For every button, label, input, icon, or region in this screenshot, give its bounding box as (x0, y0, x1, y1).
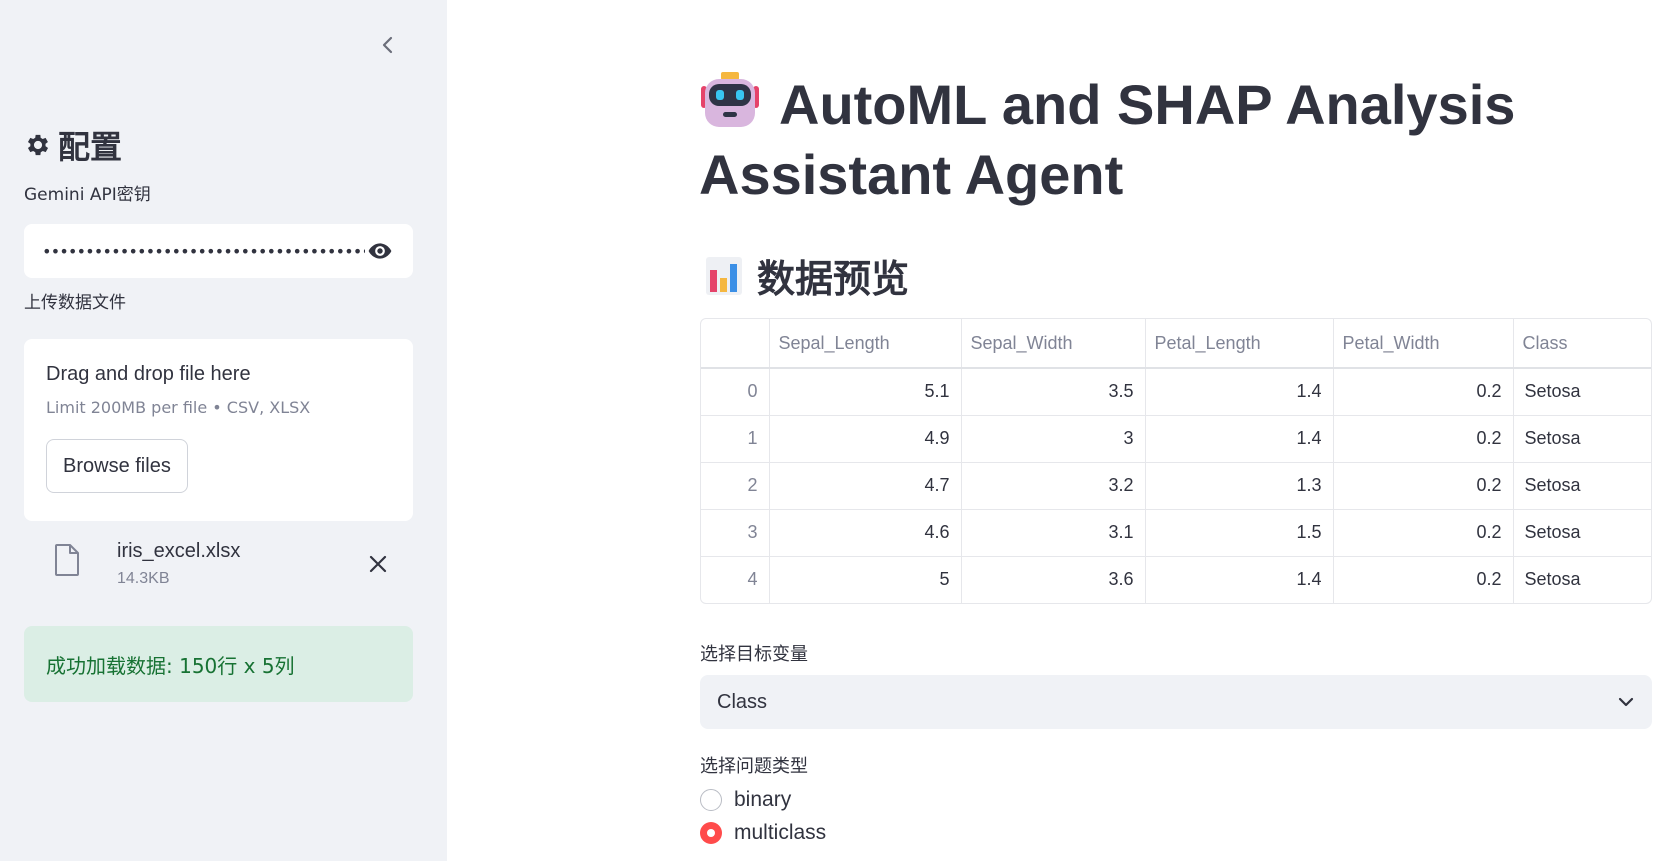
section-title: 数据预览 (705, 248, 909, 303)
table-cell[interactable]: 4.6 (769, 509, 962, 557)
file-name: iris_excel.xlsx (117, 540, 241, 562)
data-preview-table[interactable]: Sepal_Length Sepal_Width Petal_Length Pe… (700, 318, 1652, 604)
table-cell[interactable]: Setosa (1513, 462, 1651, 510)
column-header[interactable]: Sepal_Length (769, 319, 962, 369)
problem-type-label: 选择问题类型 (700, 756, 808, 777)
table-cell[interactable]: 1.4 (1145, 368, 1334, 416)
target-variable-value: Class (717, 690, 768, 713)
radio-label: multiclass (734, 821, 827, 844)
dropzone-limit: Limit 200MB per file • CSV, XLSX (46, 398, 311, 417)
api-key-label: Gemini API密钥 (24, 185, 151, 205)
column-header[interactable]: Petal_Width (1333, 319, 1514, 369)
bar-chart-icon (706, 256, 742, 295)
row-index: 4 (701, 556, 770, 603)
column-header[interactable]: Petal_Length (1145, 319, 1334, 369)
sidebar: 配置 Gemini API密钥 ••••••••••••••••••••••••… (0, 0, 447, 861)
row-index: 3 (701, 509, 770, 557)
eye-icon (368, 243, 392, 259)
main-content: AutoML and SHAP Analysis Assistant Agent… (447, 0, 1666, 861)
radio-option-multiclass[interactable]: multiclass (700, 821, 826, 845)
file-icon (55, 544, 79, 576)
upload-label: 上传数据文件 (24, 293, 126, 313)
file-size: 14.3KB (117, 570, 170, 587)
table-row: 4 5 3.6 1.4 0.2 Setosa (701, 556, 1651, 603)
uploaded-file: iris_excel.xlsx 14.3KB (24, 530, 413, 600)
radio-label: binary (734, 788, 792, 811)
table-cell[interactable]: 3.5 (961, 368, 1146, 416)
table-row: 2 4.7 3.2 1.3 0.2 Setosa (701, 462, 1651, 510)
table-cell[interactable]: 0.2 (1333, 462, 1514, 510)
table-cell[interactable]: 0.2 (1333, 368, 1514, 416)
api-key-input[interactable]: •••••••••••••••••••••••••••••••••••••• (24, 224, 413, 278)
file-dropzone[interactable]: Drag and drop file here Limit 200MB per … (24, 339, 413, 521)
robot-icon (701, 72, 759, 127)
collapse-sidebar-button[interactable] (375, 30, 401, 60)
table-cell[interactable]: 1.4 (1145, 415, 1334, 463)
chevron-down-icon (1618, 697, 1634, 707)
browse-files-button[interactable]: Browse files (46, 439, 188, 493)
row-index: 1 (701, 415, 770, 463)
table-row: 3 4.6 3.1 1.5 0.2 Setosa (701, 509, 1651, 557)
page-title-text: AutoML and SHAP Analysis Assistant Agent (699, 73, 1516, 206)
target-variable-label: 选择目标变量 (700, 644, 808, 665)
row-index: 0 (701, 368, 770, 416)
table-cell[interactable]: 0.2 (1333, 509, 1514, 557)
table-cell[interactable]: 1.3 (1145, 462, 1334, 510)
remove-file-button[interactable] (364, 550, 392, 578)
table-cell[interactable]: 5.1 (769, 368, 962, 416)
table-row: 1 4.9 3 1.4 0.2 Setosa (701, 415, 1651, 463)
sidebar-title: 配置 (24, 122, 122, 168)
table-cell[interactable]: Setosa (1513, 368, 1651, 416)
table-cell[interactable]: Setosa (1513, 415, 1651, 463)
section-title-text: 数据预览 (757, 257, 910, 301)
show-password-button[interactable] (365, 236, 395, 266)
chevron-left-icon (382, 36, 393, 54)
table-cell[interactable]: 5 (769, 556, 962, 603)
table-cell[interactable]: 3.1 (961, 509, 1146, 557)
table-cell[interactable]: 4.7 (769, 462, 962, 510)
column-header[interactable]: Sepal_Width (961, 319, 1146, 369)
row-index: 2 (701, 462, 770, 510)
table-cell[interactable]: 3.2 (961, 462, 1146, 510)
table-cell[interactable]: 1.5 (1145, 509, 1334, 557)
radio-option-binary[interactable]: binary (700, 788, 791, 812)
gear-icon (27, 134, 49, 156)
dropzone-text: Drag and drop file here (46, 363, 251, 385)
radio-button-selected[interactable] (700, 822, 722, 844)
radio-button[interactable] (700, 789, 722, 811)
table-cell[interactable]: 3.6 (961, 556, 1146, 603)
success-alert: 成功加载数据: 150行 x 5列 (24, 626, 413, 702)
page-title: AutoML and SHAP Analysis Assistant Agent (699, 70, 1599, 210)
table-cell[interactable]: 1.4 (1145, 556, 1334, 603)
column-header[interactable]: Class (1513, 319, 1651, 369)
close-icon (369, 555, 387, 573)
table-header-row: Sepal_Length Sepal_Width Petal_Length Pe… (701, 319, 1651, 369)
table-row: 0 5.1 3.5 1.4 0.2 Setosa (701, 368, 1651, 416)
sidebar-title-text: 配置 (58, 128, 123, 166)
api-key-value: •••••••••••••••••••••••••••••••••••••• (42, 241, 365, 261)
table-cell[interactable]: Setosa (1513, 509, 1651, 557)
table-cell[interactable]: 3 (961, 415, 1146, 463)
table-cell[interactable]: 0.2 (1333, 556, 1514, 603)
table-cell[interactable]: 4.9 (769, 415, 962, 463)
table-cell[interactable]: Setosa (1513, 556, 1651, 603)
table-cell[interactable]: 0.2 (1333, 415, 1514, 463)
target-variable-select[interactable]: Class (700, 675, 1652, 729)
header-index (701, 319, 770, 369)
